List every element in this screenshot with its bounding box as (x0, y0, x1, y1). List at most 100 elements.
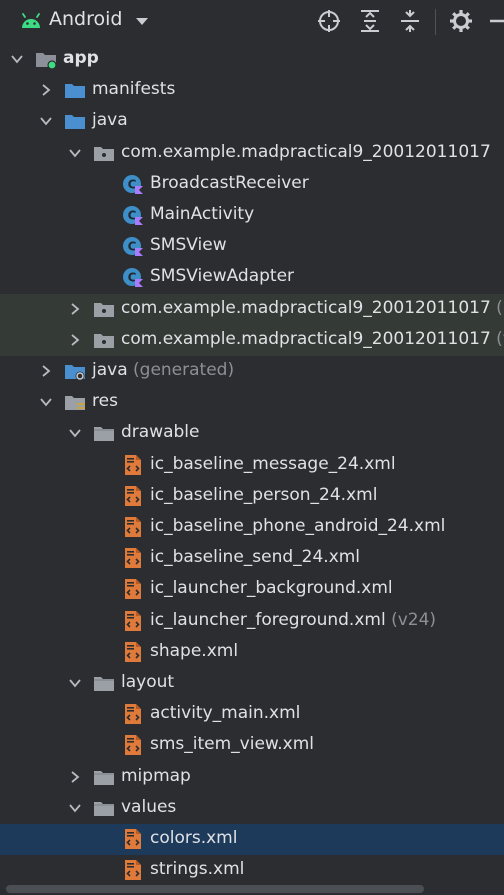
tree-item-label: ic_baseline_phone_android_24.xml (150, 516, 446, 536)
kotlin-class-icon: C (123, 237, 143, 257)
tree-item-label: res (92, 391, 118, 412)
kotlin-class-icon: C (123, 206, 143, 225)
tree-item-label: SMSView (150, 235, 227, 256)
kotlin-class-icon: C (123, 174, 143, 194)
xml-file-icon (125, 860, 141, 881)
resources-folder-icon (65, 396, 85, 411)
expand-all-icon[interactable] (358, 9, 382, 33)
dropdown-caret-icon[interactable] (134, 14, 150, 28)
tree-item-label: app (63, 48, 99, 68)
folder-icon (94, 427, 114, 442)
chevron-down-icon[interactable] (39, 395, 53, 409)
xml-file-icon (125, 517, 141, 537)
tree-item[interactable]: ic_launcher_foreground.xml (v24) (0, 606, 504, 637)
generated-folder-icon (65, 365, 85, 381)
tree-item[interactable]: ic_baseline_message_24.xml (0, 450, 504, 481)
package-icon (94, 333, 114, 348)
chevron-right-icon[interactable] (68, 333, 82, 347)
folder-icon (94, 677, 114, 691)
tree-item[interactable]: C SMSViewAdapter (0, 262, 504, 293)
xml-file-icon (125, 454, 141, 475)
xml-file-icon (125, 485, 141, 506)
collapse-all-icon[interactable] (398, 9, 422, 33)
tree-item-hint: (generated) (127, 360, 235, 380)
tree-item[interactable]: strings.xml (0, 855, 504, 886)
project-view-selector[interactable]: Android (49, 8, 122, 30)
tree-item[interactable]: C BroadcastReceiver (0, 169, 504, 200)
chevron-down-icon[interactable] (68, 676, 82, 690)
tree-item-label: strings.xml (150, 859, 245, 880)
tree-item-label: ic_baseline_person_24.xml (150, 484, 378, 505)
tree-item[interactable]: C SMSView (0, 231, 504, 262)
tree-item[interactable]: ic_baseline_send_24.xml (0, 543, 504, 574)
xml-file-icon (125, 735, 141, 756)
tree-item-label: manifests (92, 79, 176, 100)
android-icon (22, 13, 40, 28)
tree-item[interactable]: com.example.madpractical9_20012011017 (a… (0, 293, 504, 325)
tree-item[interactable]: layout (0, 668, 504, 699)
tree-item[interactable]: ic_baseline_person_24.xml (0, 481, 504, 512)
tree-item-label: ic_launcher_foreground.xml (v24) (150, 609, 437, 630)
chevron-down-icon[interactable] (10, 52, 24, 66)
project-toolbar: Android (0, 0, 504, 42)
tree-item[interactable]: sms_item_view.xml (0, 730, 504, 761)
tree-item-label: mipmap (121, 765, 191, 786)
tree-item-label: sms_item_view.xml (150, 734, 315, 755)
tree-item[interactable]: com.example.madpractical9_20012011017 (0, 138, 504, 169)
chevron-down-icon[interactable] (68, 146, 82, 160)
tree-item-hint: (tes (496, 328, 504, 349)
tree-item[interactable]: shape.xml (0, 637, 504, 668)
tree-item-label: com.example.madpractical9_20012011017 (a… (121, 298, 504, 318)
tree-item[interactable]: values (0, 793, 504, 824)
kotlin-class-icon: C (123, 268, 143, 288)
horizontal-scrollbar[interactable] (0, 883, 504, 895)
tree-item[interactable]: activity_main.xml (0, 699, 504, 730)
module-folder-icon (36, 53, 57, 70)
tree-item[interactable]: manifests (0, 75, 504, 106)
package-icon (94, 302, 114, 317)
chevron-right-icon[interactable] (68, 770, 82, 784)
tree-item[interactable]: com.example.madpractical9_20012011017 (t… (0, 324, 504, 356)
locate-icon[interactable] (317, 9, 341, 33)
chevron-right-icon[interactable] (68, 302, 82, 316)
tree-item-label: java (generated) (92, 360, 235, 380)
tree-item-label: ic_launcher_background.xml (150, 578, 393, 599)
minimize-icon[interactable] (490, 9, 504, 33)
tree-item-hint: (v24) (385, 609, 437, 630)
toolbar-separator (435, 9, 436, 35)
tree-item-label: com.example.madpractical9_20012011017 (121, 141, 491, 162)
tree-item[interactable]: colors.xml (0, 824, 504, 855)
tree-item[interactable]: C MainActivity (0, 200, 504, 231)
package-icon (94, 146, 114, 161)
tree-item[interactable]: drawable (0, 418, 504, 449)
tree-item[interactable]: ic_baseline_phone_android_24.xml (0, 512, 504, 543)
tree-item[interactable]: ic_launcher_background.xml (0, 574, 504, 605)
tree-item-label: colors.xml (150, 828, 238, 848)
gear-icon[interactable] (449, 9, 473, 33)
folder-icon (65, 115, 85, 130)
xml-file-icon (125, 641, 141, 662)
tree-item-label: drawable (121, 422, 200, 443)
tree-item-label: activity_main.xml (150, 703, 301, 724)
project-tree: app manifests java com.example.madpractical… (0, 44, 504, 884)
chevron-down-icon[interactable] (68, 801, 82, 815)
tree-item-label: ic_baseline_message_24.xml (150, 453, 396, 474)
xml-file-icon (125, 579, 141, 600)
tree-item[interactable]: res (0, 387, 504, 418)
tree-item-label: shape.xml (150, 640, 239, 661)
tree-item[interactable]: app (0, 44, 504, 75)
xml-file-icon (125, 548, 141, 569)
tree-item[interactable]: java (0, 106, 504, 137)
xml-file-icon (125, 829, 141, 849)
scrollbar-thumb[interactable] (6, 885, 424, 893)
xml-file-icon (125, 704, 141, 725)
tree-item-label: java (92, 110, 128, 131)
chevron-down-icon[interactable] (68, 426, 82, 440)
chevron-right-icon[interactable] (39, 83, 53, 97)
tree-item[interactable]: mipmap (0, 762, 504, 793)
tree-item[interactable]: java (generated) (0, 356, 504, 387)
chevron-down-icon[interactable] (39, 114, 53, 128)
chevron-right-icon[interactable] (39, 364, 53, 378)
tree-item-label: layout (121, 672, 175, 692)
tree-item-label: BroadcastReceiver (150, 172, 309, 193)
